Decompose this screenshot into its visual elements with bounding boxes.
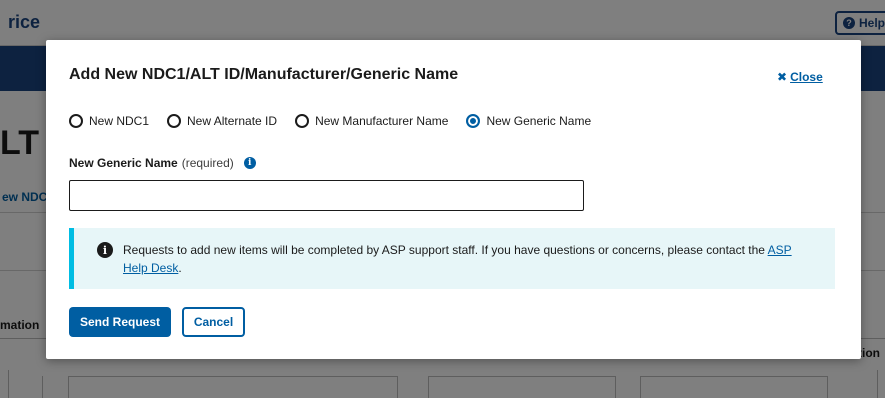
close-button[interactable]: ✖ Close xyxy=(777,70,823,84)
modal-title: Add New NDC1/ALT ID/Manufacturer/Generic… xyxy=(69,66,459,83)
alert-text: Requests to add new items will be comple… xyxy=(123,243,765,257)
generic-name-input[interactable] xyxy=(69,180,584,211)
radio-indicator[interactable] xyxy=(167,114,182,128)
radio-label: New Manufacturer Name xyxy=(315,114,449,128)
info-alert: i Requests to add new items will be comp… xyxy=(69,228,835,289)
add-item-modal: Add New NDC1/ALT ID/Manufacturer/Generic… xyxy=(46,40,861,359)
request-type-radio-group: New NDC1 New Alternate ID New Manufactur… xyxy=(69,114,609,128)
field-label-text: New Generic Name xyxy=(69,156,178,170)
info-circle-icon: i xyxy=(97,242,113,258)
radio-new-alternate-id[interactable]: New Alternate ID xyxy=(167,114,277,128)
info-icon[interactable]: i xyxy=(243,157,256,169)
alert-suffix: . xyxy=(178,261,182,275)
radio-indicator[interactable] xyxy=(295,114,310,128)
radio-indicator[interactable] xyxy=(69,114,83,128)
close-icon: ✖ xyxy=(777,70,788,84)
radio-indicator[interactable] xyxy=(466,114,481,128)
generic-name-label: New Generic Name (required) i xyxy=(69,156,256,170)
close-button-label: Close xyxy=(790,70,823,84)
required-indicator: (required) xyxy=(181,156,234,170)
radio-label: New Generic Name xyxy=(486,114,592,128)
radio-new-manufacturer-name[interactable]: New Manufacturer Name xyxy=(295,114,448,128)
radio-new-generic-name[interactable]: New Generic Name xyxy=(466,114,591,128)
send-request-button[interactable]: Send Request xyxy=(69,307,171,337)
alert-message: Requests to add new items will be comple… xyxy=(123,241,813,277)
cancel-button[interactable]: Cancel xyxy=(182,307,245,337)
radio-label: New NDC1 xyxy=(89,114,150,128)
radio-label: New Alternate ID xyxy=(187,114,278,128)
radio-new-ndc1[interactable]: New NDC1 xyxy=(69,114,149,128)
